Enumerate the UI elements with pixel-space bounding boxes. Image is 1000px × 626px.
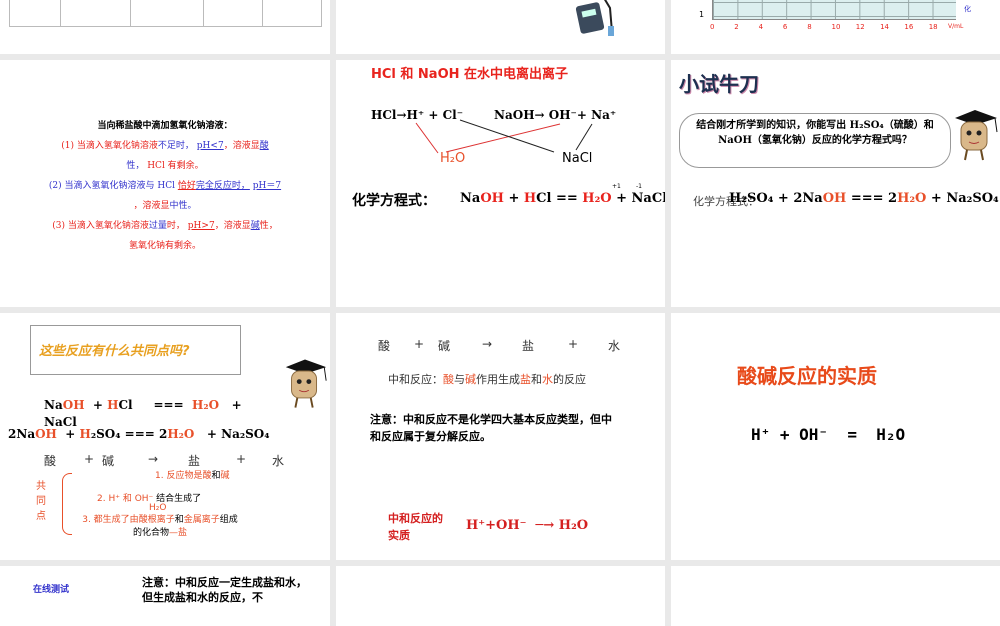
common-points-label: 共同点 bbox=[36, 481, 46, 522]
point-1: 1. 反应物是酸和碱 bbox=[155, 471, 230, 481]
x-tick-label: 10 bbox=[831, 23, 841, 31]
online-test-link[interactable]: 在线测试 bbox=[33, 582, 69, 595]
slide-ionization[interactable]: HCl 和 NaOH 在水中电离出离子 HCl→H⁺ + Cl⁻ NaOH→ O… bbox=[336, 60, 665, 307]
slide-essence[interactable]: 酸碱反应的实质 H⁺ + OH⁻ = H₂O bbox=[671, 313, 1000, 560]
word-equation-term: 碱 bbox=[438, 339, 451, 353]
neutralization-definition: 中和反应：酸与碱作用生成盐和水的反应 bbox=[388, 373, 586, 386]
brace bbox=[62, 473, 72, 535]
word-equation-term: 碱 bbox=[102, 454, 115, 468]
word-equation-term: 水 bbox=[608, 339, 621, 353]
water-product: H₂O bbox=[440, 151, 466, 166]
slide-ph-explanation[interactable]: 当向稀盐酸中滴加氢氧化钠溶液： (1) 当滴入氢氧化钠溶液不足时， pH<7，溶… bbox=[0, 60, 330, 307]
x-tick-label: 16 bbox=[904, 23, 914, 31]
x-tick-label: 4 bbox=[758, 23, 764, 31]
curve-side-label: 化 bbox=[964, 5, 971, 13]
professor-mascot-icon bbox=[285, 359, 327, 408]
word-equation-term: + bbox=[568, 337, 579, 351]
slide-11[interactable] bbox=[336, 566, 665, 626]
ion-connection-lines bbox=[415, 119, 593, 154]
equation-naoh-h2so4: 2NaOH + H₂SO₄ === 2H₂O + Na₂SO₄ bbox=[8, 427, 270, 441]
slide-title: 当向稀盐酸中滴加氢氧化钠溶液： bbox=[97, 121, 233, 131]
slide-online-test[interactable]: 在线测试 注意：中和反应一定生成盐和水，但生成盐和水的反应，不 bbox=[0, 566, 330, 626]
essence-equation: H⁺ + OH⁻ = H₂O bbox=[751, 425, 906, 444]
professor-mascot-icon bbox=[955, 110, 998, 161]
y-tick: 1 bbox=[699, 10, 705, 19]
word-equation-term: 酸 bbox=[44, 454, 57, 468]
note-text: 注意：中和反应不是化学四大基本反应类型，但中和反应属于复分解反应。 bbox=[370, 413, 612, 443]
essence-equation: H⁺+OH⁻ ─→ H₂O bbox=[466, 518, 589, 533]
x-tick-label: 2 bbox=[734, 23, 739, 31]
word-equation-term: + bbox=[84, 452, 95, 466]
x-axis-label: V/mL bbox=[948, 23, 964, 30]
slide-common-points[interactable]: 这些反应有什么共同点吗? NaOH + HCl === H₂O + NaCl 2N… bbox=[0, 313, 330, 560]
equation-naoh-hcl: NaOH + HCl === H₂O + NaCl bbox=[44, 398, 242, 429]
slide-practice[interactable]: 小试牛刀 结合刚才所学到的知识，你能写出 H₂SO₄（硫酸）和 NaOH（氢氧化… bbox=[671, 60, 1000, 307]
ph-chart-grid bbox=[712, 0, 956, 20]
note-text: 注意：中和反应一定生成盐和水，但生成盐和水的反应，不 bbox=[142, 576, 307, 604]
word-equation-term: 盐 bbox=[188, 454, 201, 468]
word-equation-term: → bbox=[148, 452, 159, 466]
slide-neutralization[interactable]: 酸 + 碱 → 盐 + 水 中和反应：酸与碱作用生成盐和水的反应 注意：中和反应不是化学四大… bbox=[336, 313, 665, 560]
x-tick-label: 8 bbox=[807, 23, 812, 31]
salt-product: NaCl bbox=[562, 151, 593, 166]
point-3: (3) 当滴入氢氧化钠溶液过量时， pH>7，溶液显碱性， 氢氧化钠有剩余。 bbox=[52, 221, 278, 251]
x-tick-label: 14 bbox=[880, 23, 890, 31]
word-equation-term: + bbox=[236, 452, 247, 466]
word-equation-term: → bbox=[482, 337, 493, 351]
x-tick-label: 18 bbox=[928, 23, 938, 31]
point-1: (1) 当滴入氢氧化钠溶液不足时， pH<7，溶液显酸 性， HCl 有剩余。 bbox=[61, 141, 269, 171]
slide-12[interactable] bbox=[671, 566, 1000, 626]
x-tick-label: 12 bbox=[855, 23, 865, 31]
data-table bbox=[9, 0, 322, 27]
word-equation-term: 酸 bbox=[378, 339, 391, 353]
oxidation-state: -1 bbox=[636, 183, 642, 190]
word-equation-term: 水 bbox=[272, 454, 285, 468]
slide-ph-meter[interactable] bbox=[336, 0, 665, 54]
question-bubble: 结合刚才所学到的知识，你能写出 H₂SO₄（硫酸）和 NaOH（氢氧化钠）反应的… bbox=[679, 113, 951, 168]
slide-table[interactable] bbox=[0, 0, 330, 54]
slide-title: 小试牛刀 bbox=[679, 72, 759, 96]
slide-ph-curve[interactable]: 0 2 4 6 8 10 12 14 16 18 1 化 V/mL bbox=[671, 0, 1000, 54]
word-equation-term: 盐 bbox=[522, 339, 535, 353]
slide-title: 酸碱反应的实质 bbox=[737, 364, 877, 388]
chemical-equation: H₂SO₄ + 2NaOH === 2H₂O + Na₂SO₄ bbox=[729, 191, 999, 206]
oxidation-state: +1 bbox=[612, 183, 621, 190]
point-3: 3. 都生成了由酸根离子和金属离子组成的化合物—盐 bbox=[82, 515, 238, 538]
point-2: (2) 当滴入氢氧化钠溶液与 HCl 恰好完全反应时， pH＝7 ，溶液显中性。 bbox=[48, 181, 282, 211]
ph-meter-icon bbox=[575, 0, 614, 36]
question-bubble: 这些反应有什么共同点吗? bbox=[30, 325, 241, 375]
x-tick-label: 0 bbox=[710, 23, 715, 31]
chemical-equation: NaOH + HCl == H₂O + NaCl bbox=[460, 191, 665, 206]
word-equation-term: + bbox=[414, 337, 425, 351]
point-2-water: H₂O bbox=[149, 503, 167, 513]
equation-label: 化学方程式： bbox=[352, 193, 436, 209]
essence-label: 中和反应的实质 bbox=[388, 512, 443, 542]
x-tick-label: 6 bbox=[782, 23, 788, 31]
